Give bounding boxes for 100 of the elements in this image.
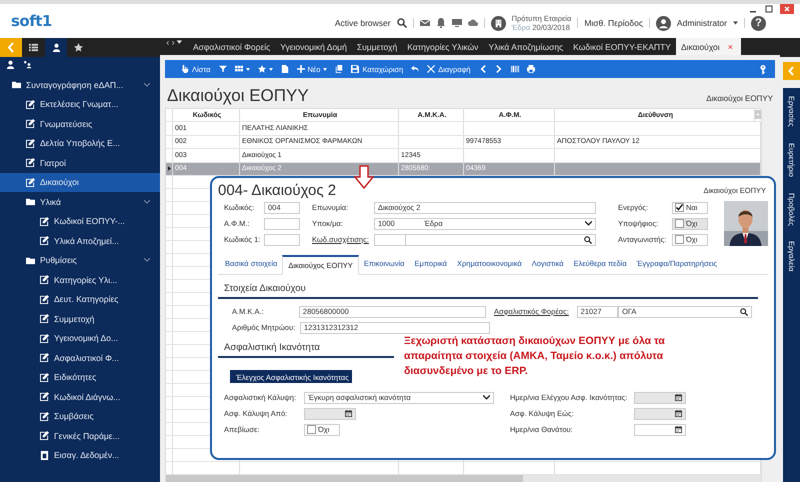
document-icon: [40, 431, 49, 440]
folder-icon: [26, 256, 35, 265]
person-tab[interactable]: [45, 38, 67, 57]
search-icon[interactable]: [740, 308, 748, 316]
document-icon: [40, 450, 49, 460]
sidebar-item[interactable]: Συμμετοχή: [0, 309, 160, 328]
sidebar-item[interactable]: Γιατροί: [0, 153, 160, 172]
close-icon[interactable]: [780, 4, 794, 14]
tab-scroll-icon[interactable]: [166, 40, 182, 46]
person-icon[interactable]: [6, 60, 15, 68]
person-icon: [52, 43, 60, 52]
key-icon[interactable]: [759, 64, 767, 74]
document-icon: [40, 275, 49, 284]
chevron-right-icon: [494, 65, 503, 73]
search-icon[interactable]: [396, 18, 407, 28]
document-icon: [40, 372, 49, 382]
toolbar-icon-button[interactable]: [280, 65, 288, 73]
tab[interactable]: Υλικά Αποζημίωσης: [483, 38, 568, 55]
sidebar-item[interactable]: Συμβάσεις: [0, 406, 160, 426]
caret-icon: [246, 68, 250, 70]
caret-icon: [268, 68, 272, 70]
sidebar-item[interactable]: Ειδικότητες: [0, 368, 160, 387]
people-icon[interactable]: [23, 60, 32, 68]
document-icon: [26, 158, 35, 168]
sidebar-item[interactable]: Δευτ. Κατηγορίες: [0, 290, 160, 309]
tab[interactable]: Δικαιούχοι ×: [676, 38, 741, 55]
star-icon: [258, 65, 266, 73]
help-button[interactable]: ?: [751, 16, 766, 30]
toolbar-icon-button[interactable]: [218, 65, 226, 73]
sidebar-item[interactable]: Γνωματεύσεις: [0, 114, 160, 134]
user-avatar-icon[interactable]: [656, 16, 671, 30]
grid-icon: [234, 65, 242, 73]
caret-icon: [483, 395, 490, 400]
tab[interactable]: Κωδικοί ΕΟΠΥΥ-ΕΚΑΠΤΥ: [568, 38, 676, 55]
user-menu[interactable]: Administrator: [676, 18, 727, 28]
document-icon: [40, 236, 49, 246]
date-field[interactable]: [634, 424, 686, 436]
toolbar-icon-button[interactable]: [510, 65, 519, 73]
sidebar-item[interactable]: Κωδικοί ΕΟΠΥΥ-...: [0, 212, 160, 231]
input-field[interactable]: [264, 218, 300, 230]
barcode-icon: [510, 65, 519, 73]
input-field[interactable]: [264, 234, 300, 246]
toolbar-icon-button[interactable]: [335, 65, 344, 73]
toolbar-icon-button[interactable]: [526, 65, 535, 73]
page-subtitle: Δικαιούχοι ΕΟΠΥΥ: [706, 94, 773, 105]
undo-icon: [411, 65, 420, 73]
star-icon[interactable]: [74, 43, 83, 52]
mail-icon[interactable]: [420, 18, 430, 28]
sidebar-item[interactable]: Δελτία Υποβολής Ε...: [0, 134, 160, 153]
building-icon[interactable]: [490, 16, 506, 30]
tab[interactable]: Συμμετοχή: [352, 38, 402, 55]
tab[interactable]: Υγειονομική Δομή: [275, 38, 352, 55]
lookup-field[interactable]: [374, 234, 596, 246]
toolbar-icon-button[interactable]: [411, 65, 420, 73]
document-icon: [280, 65, 288, 73]
section-title: Ασφαλιστική Ικανότητα: [218, 334, 394, 358]
document-icon: [40, 412, 49, 421]
caret-icon: [585, 221, 592, 226]
calendar-icon[interactable]: [675, 426, 682, 433]
current-row-icon: [168, 166, 170, 172]
document-icon: [26, 138, 35, 148]
sidebar-item[interactable]: Υλικά Αποζημεί...: [0, 231, 160, 250]
checkbox[interactable]: [675, 235, 684, 244]
sidebar-item[interactable]: Συνταγογράφηση eΔΑΠ...: [0, 75, 160, 94]
toolbar-icon-button[interactable]: [258, 65, 272, 73]
search-icon[interactable]: [584, 236, 592, 244]
sidebar-item[interactable]: Εκτελέσεις Γνωματ...: [0, 94, 160, 114]
tab[interactable]: Ασφαλιστικοί Φορείς: [188, 38, 276, 55]
sidebar-item[interactable]: Κωδικοί Διάγνω...: [0, 387, 160, 406]
maximize-icon[interactable]: [764, 4, 774, 14]
checkbox[interactable]: [675, 203, 684, 212]
document-icon: [26, 119, 35, 128]
toolbar-icon-button[interactable]: [494, 65, 503, 73]
sidebar-item[interactable]: Ασφαλιστικοί Φ...: [0, 348, 160, 368]
monitor-icon[interactable]: [452, 18, 462, 28]
document-icon: [26, 178, 35, 187]
active-browser-label[interactable]: Active browser: [334, 18, 391, 28]
sidebar-item[interactable]: Ρυθμίσεις: [0, 250, 160, 270]
scrollbar-icon[interactable]: [755, 109, 761, 120]
sidebar-item[interactable]: Υλικά: [0, 192, 160, 212]
sidebar-item[interactable]: Δικαιούχοι: [0, 172, 160, 192]
folder-icon: [12, 80, 21, 90]
cloud-icon[interactable]: [468, 18, 478, 28]
period-label[interactable]: Μισθ. Περίοδος: [584, 18, 643, 28]
sidebar-item[interactable]: Γενικές Παράμε...: [0, 426, 160, 446]
sidebar-item[interactable]: Εισαγ. Δεδομέν...: [0, 446, 160, 465]
logo: soft1: [11, 12, 52, 30]
folder-icon: [26, 197, 35, 206]
toolbar-icon-button[interactable]: [234, 65, 250, 73]
horizontal-scrollbar[interactable]: [166, 475, 761, 482]
close-tab-button[interactable]: ×: [728, 42, 733, 52]
section-title: Στοιχεία Δικαιούχου: [218, 275, 758, 299]
bell-icon[interactable]: [436, 18, 446, 28]
document-icon: [26, 100, 35, 109]
sidebar-item[interactable]: Υγειονομική Δο...: [0, 328, 160, 348]
tab[interactable]: Κατηγορίες Υλικών: [402, 38, 484, 55]
sidebar-item[interactable]: Κατηγορίες Υλι...: [0, 270, 160, 290]
checkbox[interactable]: [307, 425, 316, 434]
caret-icon: [323, 68, 328, 70]
toolbar-icon-button[interactable]: [478, 65, 487, 73]
